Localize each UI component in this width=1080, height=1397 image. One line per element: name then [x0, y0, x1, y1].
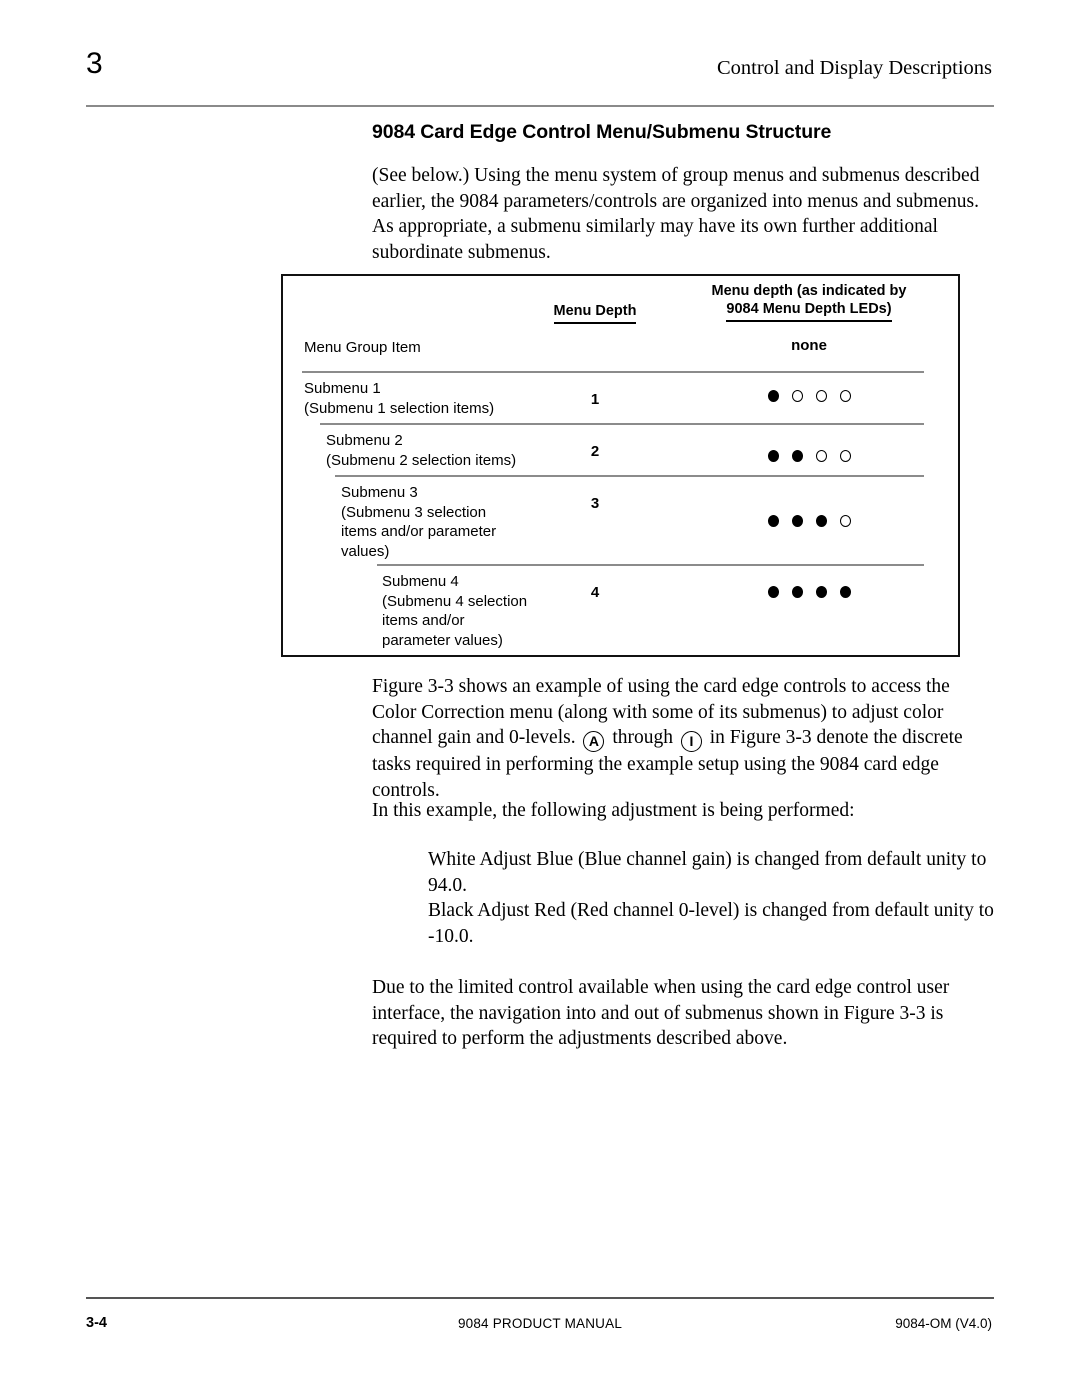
table-row-label: Submenu 1 (Submenu 1 selection items): [304, 380, 495, 417]
led-indicator: [791, 515, 803, 527]
table-row-depth: 3: [590, 495, 600, 512]
led-indicator: [839, 586, 851, 598]
led-indicator: [815, 450, 827, 462]
table-row-depth: 2: [590, 443, 600, 460]
running-head: Control and Display Descriptions: [716, 57, 992, 79]
task-badge-a: A: [583, 731, 605, 753]
document-page: 3 Control and Display Descriptions 9084 …: [0, 0, 1080, 1397]
menu-structure-figure: Menu Depth Menu depth (as indicated by 9…: [281, 274, 960, 657]
footer-document-id: 9084-OM (V4.0): [895, 1316, 992, 1331]
column-header-menu-depth-label: Menu Depth: [553, 302, 637, 324]
table-row-leds: [679, 450, 939, 462]
led-indicator: [791, 450, 803, 462]
menu-group-item-label: Menu Group Item: [304, 339, 421, 356]
table-row-depth: 4: [590, 584, 600, 601]
column-header-menu-depth-leds: Menu depth (as indicated by 9084 Menu De…: [679, 282, 939, 322]
row-divider: [377, 564, 924, 566]
chapter-number: 3: [86, 47, 103, 80]
column-header-leds-line1: Menu depth (as indicated by: [711, 283, 907, 299]
table-row-leds: [679, 586, 939, 598]
adjustment-black-adjust-red: Black Adjust Red (Red channel 0-level) i…: [428, 900, 994, 947]
column-header-leds-line2: 9084 Menu Depth LEDs): [726, 300, 892, 322]
closing-paragraph: Due to the limited control available whe…: [372, 977, 950, 1050]
led-indicator: [767, 586, 779, 598]
led-indicator: [767, 390, 779, 402]
figure-reference-paragraph: Figure 3-3 shows an example of using the…: [372, 674, 994, 803]
table-row-leds: [679, 390, 939, 402]
adjustment-white-adjust-blue: White Adjust Blue (Blue channel gain) is…: [428, 849, 987, 896]
led-indicator: [791, 390, 803, 402]
led-indicator: [791, 586, 803, 598]
column-header-menu-depth: Menu Depth: [535, 302, 655, 324]
row-divider: [320, 423, 924, 425]
row-divider: [335, 475, 924, 477]
section-title: 9084 Card Edge Control Menu/Submenu Stru…: [372, 121, 832, 143]
led-indicator: [839, 390, 851, 402]
table-row-leds: [679, 515, 939, 527]
example-lead-paragraph: In this example, the following adjustmen…: [372, 800, 855, 821]
led-indicator: [815, 390, 827, 402]
table-row-label: Submenu 4 (Submenu 4 selection items and…: [382, 573, 528, 649]
intro-paragraph: (See below.) Using the menu system of gr…: [372, 165, 980, 263]
led-indicator: [767, 450, 779, 462]
table-row-label: Submenu 3 (Submenu 3 selection items and…: [341, 484, 497, 560]
led-indicator: [767, 515, 779, 527]
figure-ref-mid: through: [612, 727, 674, 749]
footer-rule: [86, 1297, 994, 1299]
header-rule: [86, 105, 994, 107]
led-indicator: [839, 450, 851, 462]
led-indicator: [815, 515, 827, 527]
table-row-label: Submenu 2 (Submenu 2 selection items): [326, 432, 517, 469]
table-row-depth: 1: [590, 391, 600, 408]
led-indicator: [839, 515, 851, 527]
led-indicator: [815, 586, 827, 598]
menu-group-item-leds-none: none: [791, 337, 827, 354]
row-divider: [302, 371, 924, 373]
task-badge-i: I: [680, 731, 702, 753]
